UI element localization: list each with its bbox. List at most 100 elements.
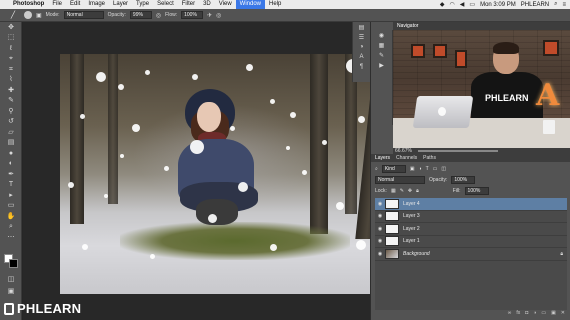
adjustments-panel-icon[interactable]: ◑ <box>353 42 370 52</box>
menu-filter[interactable]: Filter <box>178 0 199 9</box>
menu-help[interactable]: Help <box>265 0 285 9</box>
menu-window[interactable]: Window <box>235 0 266 9</box>
lock-position-icon[interactable]: ✥ <box>408 188 412 194</box>
spotlight-icon[interactable]: ⌕ <box>554 1 557 8</box>
properties-panel-icon[interactable]: ☰ <box>353 32 370 42</box>
brush-size-preview[interactable] <box>24 11 32 19</box>
document-canvas-area[interactable]: ▤ ☰ ◑ A ¶ <box>23 22 392 320</box>
layer-row-layer-4[interactable]: ◉ Layer 4 <box>375 198 567 211</box>
lasso-tool-icon[interactable]: ℓ <box>0 43 22 54</box>
history-brush-tool-icon[interactable]: ↺ <box>0 117 22 128</box>
blend-mode-select[interactable]: Normal <box>375 176 425 184</box>
visibility-eye-icon[interactable]: ◉ <box>375 213 385 219</box>
dropbox-icon[interactable]: ◆ <box>440 1 445 8</box>
eraser-tool-icon[interactable]: ▱ <box>0 127 22 138</box>
pressure-opacity-icon[interactable]: ◎ <box>156 12 161 19</box>
character-panel-icon[interactable]: A <box>353 52 370 62</box>
brush-tool-icon[interactable]: ╱ <box>6 11 20 20</box>
link-layers-icon[interactable]: ∞ <box>508 310 512 318</box>
wifi-icon[interactable]: ◠ <box>450 1 455 8</box>
brush-tool-icon-left[interactable]: ✎ <box>0 96 22 107</box>
layer-opacity-field[interactable]: 100% <box>451 176 476 184</box>
shape-tool-icon[interactable]: ▭ <box>0 201 22 212</box>
actions-panel-icon[interactable]: ▶ <box>371 60 392 70</box>
opacity-field[interactable]: 99% <box>129 11 152 19</box>
dodge-tool-icon[interactable]: ◐ <box>0 159 22 170</box>
menu-edit[interactable]: Edit <box>66 0 84 9</box>
type-filter-icon[interactable]: T <box>426 166 429 172</box>
tab-layers[interactable]: Layers <box>375 155 390 161</box>
layer-row-layer-2[interactable]: ◉ Layer 2 <box>375 223 567 236</box>
menu-layer[interactable]: Layer <box>109 0 132 9</box>
battery-icon[interactable]: ▭ <box>469 1 475 8</box>
lock-all-icon[interactable]: 🔒︎ <box>416 188 419 194</box>
move-tool-icon[interactable]: ✥ <box>0 22 22 33</box>
menu-file[interactable]: File <box>48 0 66 9</box>
tab-channels[interactable]: Channels <box>396 155 417 161</box>
volume-icon[interactable]: ◀ <box>460 1 465 8</box>
adjustment-filter-icon[interactable]: ◑ <box>419 166 422 172</box>
visibility-eye-icon[interactable]: ◉ <box>375 238 385 244</box>
user-name[interactable]: PHLEARN <box>521 2 549 8</box>
zoom-slider[interactable] <box>417 150 498 152</box>
screen-mode-icon[interactable]: ▣ <box>0 286 22 297</box>
pen-tool-icon[interactable]: ✒ <box>0 169 22 180</box>
new-adjustment-icon[interactable]: ◑ <box>533 310 536 318</box>
pixel-filter-icon[interactable]: ▣ <box>410 166 415 172</box>
zoom-tool-icon[interactable]: ⌕ <box>0 222 22 233</box>
quick-select-tool-icon[interactable]: ⌖ <box>0 54 22 65</box>
brush-panel-icon[interactable]: ▣ <box>36 12 42 19</box>
menu-select[interactable]: Select <box>153 0 178 9</box>
new-group-icon[interactable]: ▭ <box>541 310 546 318</box>
shape-filter-icon[interactable]: ▭ <box>433 166 438 172</box>
layer-row-layer-3[interactable]: ◉ Layer 3 <box>375 211 567 223</box>
layer-style-icon[interactable]: fx <box>516 310 520 318</box>
smart-object-filter-icon[interactable]: ◫ <box>441 166 446 172</box>
more-tools-icon[interactable]: ⋯ <box>0 232 22 243</box>
menu-image[interactable]: Image <box>84 0 109 9</box>
notification-icon[interactable]: ≡ <box>562 2 566 8</box>
pressure-size-icon[interactable]: ◎ <box>216 12 221 19</box>
visibility-eye-icon[interactable]: ◉ <box>375 226 385 232</box>
background-color-swatch[interactable] <box>9 259 18 268</box>
airbrush-icon[interactable]: ✈ <box>207 12 212 19</box>
gradient-tool-icon[interactable]: ▤ <box>0 138 22 149</box>
snow-portrait-photo[interactable] <box>60 54 392 294</box>
tab-navigator[interactable]: Navigator <box>397 23 418 29</box>
menu-3d[interactable]: 3D <box>199 0 215 9</box>
visibility-eye-icon[interactable]: ◉ <box>375 251 385 257</box>
layer-row-background[interactable]: ◉ Background 🔒︎ <box>375 248 567 261</box>
menu-view[interactable]: View <box>215 0 236 9</box>
navigator-preview-webcam[interactable]: PHLEARN A <box>393 30 570 148</box>
type-tool-icon[interactable]: T <box>0 180 22 191</box>
lock-image-icon[interactable]: ✎ <box>400 188 404 194</box>
trash-icon[interactable]: ✕ <box>561 310 565 318</box>
clone-stamp-tool-icon[interactable]: ⚲ <box>0 106 22 117</box>
eyedropper-tool-icon[interactable]: ⌇ <box>0 75 22 86</box>
layer-row-layer-1[interactable]: ◉ Layer 1 <box>375 236 567 248</box>
visibility-eye-icon[interactable]: ◉ <box>375 201 385 207</box>
color-panel-icon[interactable]: ◉ <box>371 30 392 40</box>
mode-select[interactable]: Normal <box>63 11 104 19</box>
menu-type[interactable]: Type <box>132 0 153 9</box>
hand-tool-icon[interactable]: ✋ <box>0 211 22 222</box>
lock-transparent-icon[interactable]: ▦ <box>391 188 396 194</box>
quick-mask-icon[interactable]: ◫ <box>0 274 22 285</box>
fill-field[interactable]: 100% <box>464 187 489 195</box>
brush-presets-icon[interactable]: ✎ <box>371 50 392 60</box>
marquee-tool-icon[interactable]: ⬚ <box>0 33 22 44</box>
history-panel-icon[interactable]: ▤ <box>353 22 370 32</box>
swatches-panel-icon[interactable]: ▦ <box>371 40 392 50</box>
kind-filter-select[interactable]: Kind <box>381 165 406 173</box>
clock[interactable]: Mon 3:09 PM <box>480 2 516 8</box>
add-mask-icon[interactable]: ◘ <box>525 310 528 318</box>
new-layer-icon[interactable]: ▣ <box>551 310 556 318</box>
paragraph-panel-icon[interactable]: ¶ <box>353 62 370 72</box>
blur-tool-icon[interactable]: ● <box>0 148 22 159</box>
menu-photoshop[interactable]: Photoshop <box>9 0 48 9</box>
healing-tool-icon[interactable]: ✚ <box>0 85 22 96</box>
tab-paths[interactable]: Paths <box>423 155 436 161</box>
flow-field[interactable]: 100% <box>181 11 204 19</box>
path-select-tool-icon[interactable]: ▸ <box>0 190 22 201</box>
crop-tool-icon[interactable]: ⌗ <box>0 64 22 75</box>
